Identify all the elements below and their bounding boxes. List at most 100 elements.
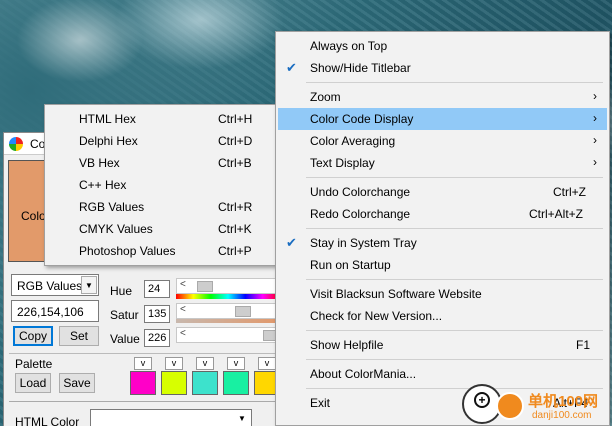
html-color-label: HTML Color	[15, 415, 80, 426]
menu-item-redo[interactable]: Redo Colorchange Ctrl+Alt+Z	[278, 203, 607, 225]
menu-item-label: Redo Colorchange	[310, 207, 411, 221]
menu-item-label: CMYK Values	[79, 222, 153, 236]
menu-separator	[306, 359, 603, 360]
menu-item-label: Zoom	[310, 90, 341, 104]
chevron-down-icon[interactable]: ▼	[81, 276, 97, 294]
menu-item-run-on-startup[interactable]: Run on Startup	[278, 254, 607, 276]
menu-item-shortcut: Ctrl+K	[218, 222, 252, 236]
value-input[interactable]: 226	[144, 329, 170, 347]
menu-item-about[interactable]: About ColorMania...	[278, 363, 607, 385]
menu-item-label: About ColorMania...	[310, 367, 417, 381]
watermark-url: danji100.com	[532, 410, 592, 421]
slider-thumb[interactable]	[235, 306, 251, 317]
menu-item-show-helpfile[interactable]: Show Helpfile F1	[278, 334, 607, 356]
menu-item-label: VB Hex	[79, 156, 120, 170]
menu-item-label: Exit	[310, 396, 331, 410]
menu-item-label: RGB Values	[79, 200, 145, 214]
menu-item-label: HTML Hex	[79, 112, 136, 126]
palette-dropdown[interactable]: v	[134, 357, 152, 370]
menu-item-always-on-top[interactable]: Always on Top	[278, 35, 607, 57]
chevron-down-icon[interactable]: ▼	[234, 411, 250, 426]
menu-item-check-version[interactable]: Check for New Version...	[278, 305, 607, 327]
menu-item-shortcut: Ctrl+Z	[553, 185, 586, 199]
scroll-left-icon[interactable]: <	[180, 328, 186, 339]
hue-input[interactable]: 24	[144, 280, 170, 298]
menu-item-label: Show/Hide Titlebar	[310, 61, 411, 75]
scroll-left-icon[interactable]: <	[180, 279, 186, 290]
chevron-right-icon: ›	[593, 155, 597, 169]
menu-item-label: C++ Hex	[79, 178, 127, 192]
saturation-input[interactable]: 135	[144, 305, 170, 323]
submenu-item-delphi-hex[interactable]: Delphi Hex Ctrl+D	[45, 130, 275, 152]
checkmark-icon: ✔	[286, 60, 297, 75]
scroll-left-icon[interactable]: <	[180, 304, 186, 315]
menu-item-label: Visit Blacksun Software Website	[310, 287, 482, 301]
menu-item-stay-in-tray[interactable]: ✔ Stay in System Tray	[278, 232, 607, 254]
divider	[9, 353, 281, 354]
menu-item-label: Check for New Version...	[310, 309, 443, 323]
menu-item-visit-website[interactable]: Visit Blacksun Software Website	[278, 283, 607, 305]
swatch-label: Colo	[21, 209, 46, 223]
submenu-item-photoshop-values[interactable]: Photoshop Values Ctrl+P	[45, 240, 275, 262]
slider-thumb[interactable]	[197, 281, 213, 292]
submenu-item-vb-hex[interactable]: VB Hex Ctrl+B	[45, 152, 275, 174]
html-color-select[interactable]: ▼	[90, 409, 252, 426]
watermark-orange-icon	[496, 392, 524, 420]
menu-item-color-averaging[interactable]: Color Averaging ›	[278, 130, 607, 152]
menu-item-label: Run on Startup	[310, 258, 391, 272]
format-value: RGB Values	[17, 279, 83, 293]
menu-item-label: Stay in System Tray	[310, 236, 417, 250]
chevron-right-icon: ›	[593, 111, 597, 125]
menu-item-shortcut: Ctrl+P	[218, 244, 252, 258]
hue-label: Hue	[110, 284, 133, 298]
set-button[interactable]: Set	[59, 326, 99, 346]
value-label: Value	[110, 332, 140, 346]
menu-item-undo[interactable]: Undo Colorchange Ctrl+Z	[278, 181, 607, 203]
plus-icon: +	[474, 392, 490, 408]
format-select[interactable]: RGB Values ▼	[11, 274, 99, 296]
menu-item-label: Delphi Hex	[79, 134, 138, 148]
menu-separator	[306, 228, 603, 229]
palette-dropdown[interactable]: v	[196, 357, 214, 370]
menu-item-shortcut: Ctrl+H	[218, 112, 253, 126]
checkmark-icon: ✔	[286, 235, 297, 250]
submenu-item-cpp-hex[interactable]: C++ Hex	[45, 174, 275, 196]
menu-item-label: Color Averaging	[310, 134, 396, 148]
palette-dropdown[interactable]: v	[165, 357, 183, 370]
divider	[9, 401, 281, 402]
palette-swatch[interactable]	[130, 371, 156, 395]
palette-dropdown[interactable]: v	[258, 357, 276, 370]
menu-item-label: Show Helpfile	[310, 338, 384, 352]
menu-item-show-hide-titlebar[interactable]: ✔ Show/Hide Titlebar	[278, 57, 607, 79]
color-code-field[interactable]: 226,154,106	[11, 300, 99, 322]
palette-swatch[interactable]	[161, 371, 187, 395]
submenu-item-cmyk-values[interactable]: CMYK Values Ctrl+K	[45, 218, 275, 240]
app-icon	[9, 137, 23, 151]
menu-item-text-display[interactable]: Text Display ›	[278, 152, 607, 174]
chevron-right-icon: ›	[593, 89, 597, 103]
menu-item-color-code-display[interactable]: Color Code Display ›	[278, 108, 607, 130]
load-button[interactable]: Load	[15, 373, 51, 393]
save-button[interactable]: Save	[59, 373, 95, 393]
menu-item-shortcut: Ctrl+D	[218, 134, 253, 148]
value-slider[interactable]: <	[176, 327, 280, 343]
menu-separator	[306, 82, 603, 83]
menu-item-label: Undo Colorchange	[310, 185, 411, 199]
saturation-slider[interactable]: <	[176, 303, 280, 319]
menu-item-shortcut: Ctrl+B	[218, 156, 252, 170]
menu-item-shortcut: Ctrl+R	[218, 200, 253, 214]
hue-slider[interactable]: <	[176, 278, 280, 294]
submenu-item-html-hex[interactable]: HTML Hex Ctrl+H	[45, 108, 275, 130]
menu-separator	[306, 177, 603, 178]
menu-item-zoom[interactable]: Zoom ›	[278, 86, 607, 108]
palette-label: Palette	[15, 357, 53, 371]
menu-item-shortcut: Ctrl+Alt+Z	[529, 207, 584, 221]
submenu-item-rgb-values[interactable]: RGB Values Ctrl+R	[45, 196, 275, 218]
palette-swatch[interactable]	[223, 371, 249, 395]
menu-separator	[306, 279, 603, 280]
menu-item-label: Always on Top	[310, 39, 388, 53]
copy-button[interactable]: Copy	[13, 326, 53, 346]
palette-swatch[interactable]	[192, 371, 218, 395]
palette-dropdown[interactable]: v	[227, 357, 245, 370]
chevron-right-icon: ›	[593, 133, 597, 147]
